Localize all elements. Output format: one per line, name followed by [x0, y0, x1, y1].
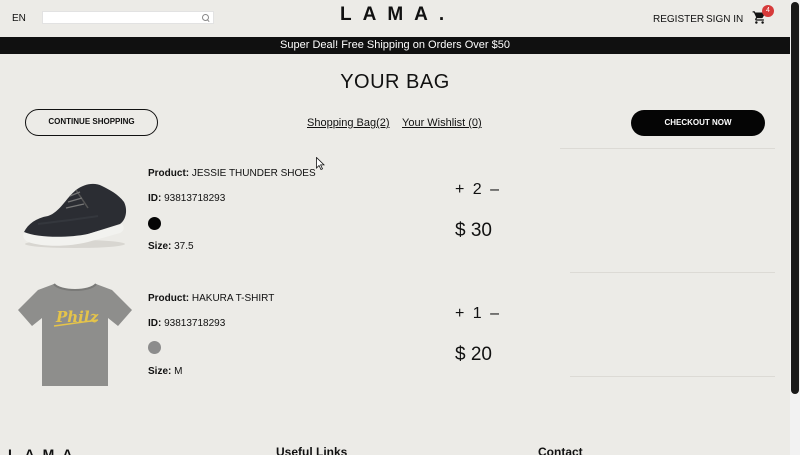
product-size: Size: M [148, 366, 182, 377]
product-id: ID: 93813718293 [148, 318, 225, 329]
search-box[interactable] [42, 11, 214, 24]
footer-useful-links-heading: Useful Links [276, 445, 348, 455]
shopping-bag-link[interactable]: Shopping Bag(2) [307, 117, 390, 129]
product-color-swatch [148, 341, 161, 354]
cart-item: Product: JESSIE THUNDER SHOES ID: 938137… [0, 150, 790, 270]
mouse-cursor-icon [316, 157, 325, 170]
product-name: Product: HAKURA T-SHIRT [148, 293, 274, 304]
footer-logo: LAMA. [8, 446, 93, 455]
id-label: ID: [148, 318, 162, 329]
continue-shopping-button[interactable]: CONTINUE SHOPPING [25, 109, 158, 136]
quantity-stepper[interactable]: + 2 – [455, 181, 501, 199]
cart-count-badge: 4 [762, 5, 774, 17]
product-name-value: JESSIE THUNDER SHOES [191, 168, 316, 179]
product-label: Product: [148, 168, 190, 179]
site-logo[interactable]: LAMA. [340, 4, 455, 26]
page-scrollbar[interactable] [790, 0, 800, 455]
product-size: Size: 37.5 [148, 241, 194, 252]
product-id-value: 93813718293 [164, 193, 226, 204]
divider [570, 272, 775, 273]
product-id: ID: 93813718293 [148, 193, 225, 204]
product-label: Product: [148, 293, 190, 304]
product-price: $ 20 [455, 344, 492, 365]
footer-contact-heading: Contact [538, 445, 583, 455]
size-label: Size: [148, 241, 172, 252]
navbar: EN LAMA. REGISTER SIGN IN 4 [0, 0, 790, 37]
product-name: Product: JESSIE THUNDER SHOES [148, 168, 316, 179]
language-selector[interactable]: EN [12, 13, 26, 24]
product-name-value: HAKURA T-SHIRT [191, 293, 275, 304]
product-id-value: 93813718293 [164, 318, 226, 329]
search-icon[interactable] [202, 13, 210, 22]
product-size-value: 37.5 [174, 241, 194, 252]
sneaker-image [18, 172, 132, 262]
divider [560, 148, 775, 149]
announcement-bar: Super Deal! Free Shipping on Orders Over… [0, 37, 790, 54]
divider [570, 376, 775, 377]
wishlist-link[interactable]: Your Wishlist (0) [402, 117, 482, 129]
quantity-stepper[interactable]: + 1 – [455, 305, 501, 323]
register-link[interactable]: REGISTER [653, 14, 704, 25]
product-price: $ 30 [455, 220, 492, 241]
sign-in-link[interactable]: SIGN IN [706, 14, 743, 25]
cart-item: Philz Product: HAKURA T-SHIRT ID: 938137… [0, 275, 790, 395]
product-color-swatch [148, 217, 161, 230]
size-label: Size: [148, 366, 172, 377]
checkout-button[interactable]: CHECKOUT NOW [631, 110, 765, 136]
tshirt-image: Philz [18, 280, 132, 386]
page-title: YOUR BAG [340, 71, 450, 93]
search-input[interactable] [43, 12, 202, 23]
product-size-value: M [174, 366, 183, 377]
cart-button[interactable]: 4 [752, 5, 774, 26]
scrollbar-thumb[interactable] [791, 2, 799, 394]
id-label: ID: [148, 193, 162, 204]
